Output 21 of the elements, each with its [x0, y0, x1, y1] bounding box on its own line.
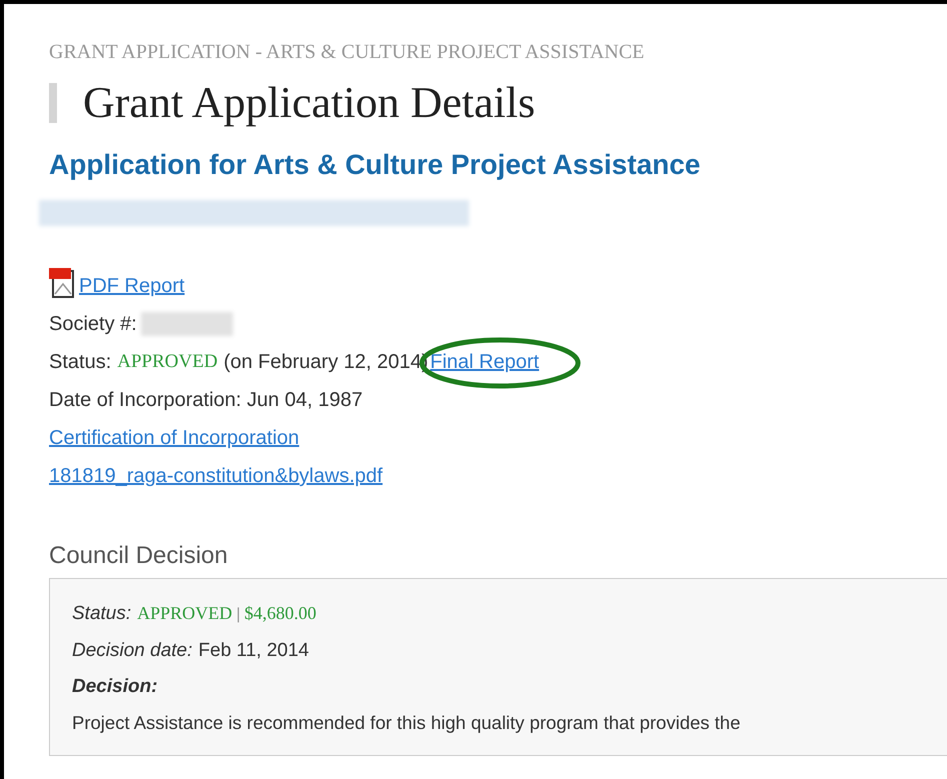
pdf-file-icon	[49, 268, 75, 298]
status-value: APPROVED	[117, 350, 218, 374]
page-title: Grant Application Details	[83, 78, 536, 128]
amount: $4,680.00	[244, 602, 316, 625]
status-value: APPROVED	[137, 602, 232, 625]
section-heading: Council Decision	[49, 542, 229, 570]
decision-date-label: Decision date:	[72, 639, 192, 663]
society-label: Society #:	[49, 312, 137, 336]
title-accent-bar	[49, 83, 57, 123]
document-link[interactable]: Certification of Incorporation	[49, 427, 300, 449]
decision-date: Feb 11, 2014	[198, 639, 309, 663]
incorporation-date: Date of Incorporation: Jun 04, 1987	[49, 388, 364, 412]
separator: |	[236, 605, 240, 625]
breadcrumb: GRANT APPLICATION - ARTS & CULTURE PROJECT ASSISTANCE	[49, 40, 646, 64]
decision-text: Project Assistance is recommended for this high quality program that provides the	[72, 711, 742, 735]
pdf-report-link[interactable]: PDF Report	[79, 274, 185, 298]
decision-label: Decision:	[72, 675, 159, 699]
status-label: Status:	[72, 602, 132, 626]
status-label: Status:	[49, 350, 112, 374]
document-link[interactable]: 181819_raga-constitution&bylaws.pdf	[49, 465, 383, 487]
application-heading: Application for Arts & Culture Project Assistance	[49, 148, 702, 182]
